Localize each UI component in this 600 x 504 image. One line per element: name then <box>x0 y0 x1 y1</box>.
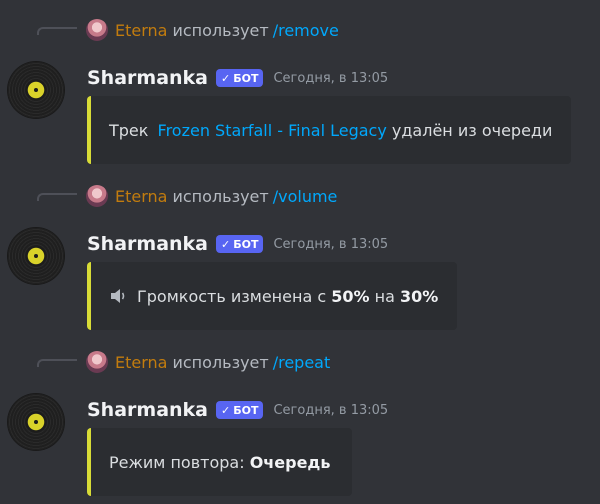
track-link[interactable]: Frozen Starfall - Final Legacy <box>158 121 387 140</box>
embed-prefix: Громкость изменена с <box>137 286 332 306</box>
reply-command[interactable]: /remove <box>273 21 339 40</box>
reply-user-avatar[interactable] <box>86 19 108 41</box>
embed-prefix: Трек <box>109 120 154 140</box>
message-header: Sharmanka ✓ БОТ Сегодня, в 13:05 <box>87 229 388 259</box>
author-name[interactable]: Sharmanka <box>87 233 208 255</box>
reply-username[interactable]: Eterna <box>115 21 167 40</box>
message-volume: Eterna использует /volume Sharmanka ✓ БО… <box>0 182 600 332</box>
embed: Режим повтора: Очередь <box>87 428 352 496</box>
verified-check-icon: ✓ <box>221 237 231 251</box>
bot-avatar[interactable] <box>8 62 64 118</box>
reply-user-avatar[interactable] <box>86 185 108 207</box>
reply-spine <box>37 27 77 35</box>
timestamp[interactable]: Сегодня, в 13:05 <box>273 71 388 86</box>
timestamp[interactable]: Сегодня, в 13:05 <box>273 237 388 252</box>
bot-badge-label: БОТ <box>233 237 259 251</box>
speaker-icon <box>109 287 129 305</box>
author-name[interactable]: Sharmanka <box>87 67 208 89</box>
reply-command[interactable]: /volume <box>273 187 338 206</box>
reply-action-text: использует <box>172 20 269 40</box>
new-volume: 30% <box>399 286 439 306</box>
bot-badge: ✓ БОТ <box>216 69 264 87</box>
verified-check-icon: ✓ <box>221 71 231 85</box>
reply-spine <box>37 359 77 367</box>
message-repeat: Eterna использует /repeat Sharmanka ✓ БО… <box>0 348 600 498</box>
reply-reference[interactable]: Eterna использует /repeat <box>86 348 330 376</box>
reply-command[interactable]: /repeat <box>273 353 331 372</box>
reply-reference[interactable]: Eterna использует /remove <box>86 16 339 44</box>
reply-action-text: использует <box>172 186 269 206</box>
reply-user-avatar[interactable] <box>86 351 108 373</box>
bot-badge-label: БОТ <box>233 71 259 85</box>
message-remove: Eterna использует /remove Sharmanka ✓ БО… <box>0 16 600 166</box>
bot-badge: ✓ БОТ <box>216 235 264 253</box>
old-volume: 50% <box>331 286 370 306</box>
verified-check-icon: ✓ <box>221 403 231 417</box>
embed-middle: на <box>369 286 400 306</box>
reply-spine <box>37 193 77 201</box>
bot-badge: ✓ БОТ <box>216 401 264 419</box>
bot-badge-label: БОТ <box>233 403 259 417</box>
reply-username[interactable]: Eterna <box>115 187 167 206</box>
repeat-mode: Очередь <box>249 452 331 472</box>
bot-avatar[interactable] <box>8 394 64 450</box>
message-header: Sharmanka ✓ БОТ Сегодня, в 13:05 <box>87 63 388 93</box>
message-header: Sharmanka ✓ БОТ Сегодня, в 13:05 <box>87 395 388 425</box>
embed: Трек Frozen Starfall - Final Legacy удал… <box>87 96 571 164</box>
timestamp[interactable]: Сегодня, в 13:05 <box>273 403 388 418</box>
reply-username[interactable]: Eterna <box>115 353 167 372</box>
reply-action-text: использует <box>172 352 269 372</box>
embed-prefix: Режим повтора: <box>109 452 250 472</box>
bot-avatar[interactable] <box>8 228 64 284</box>
reply-reference[interactable]: Eterna использует /volume <box>86 182 337 210</box>
embed: Громкость изменена с 50% на 30% <box>87 262 457 330</box>
embed-suffix: удалён из очереди <box>386 120 553 140</box>
author-name[interactable]: Sharmanka <box>87 399 208 421</box>
